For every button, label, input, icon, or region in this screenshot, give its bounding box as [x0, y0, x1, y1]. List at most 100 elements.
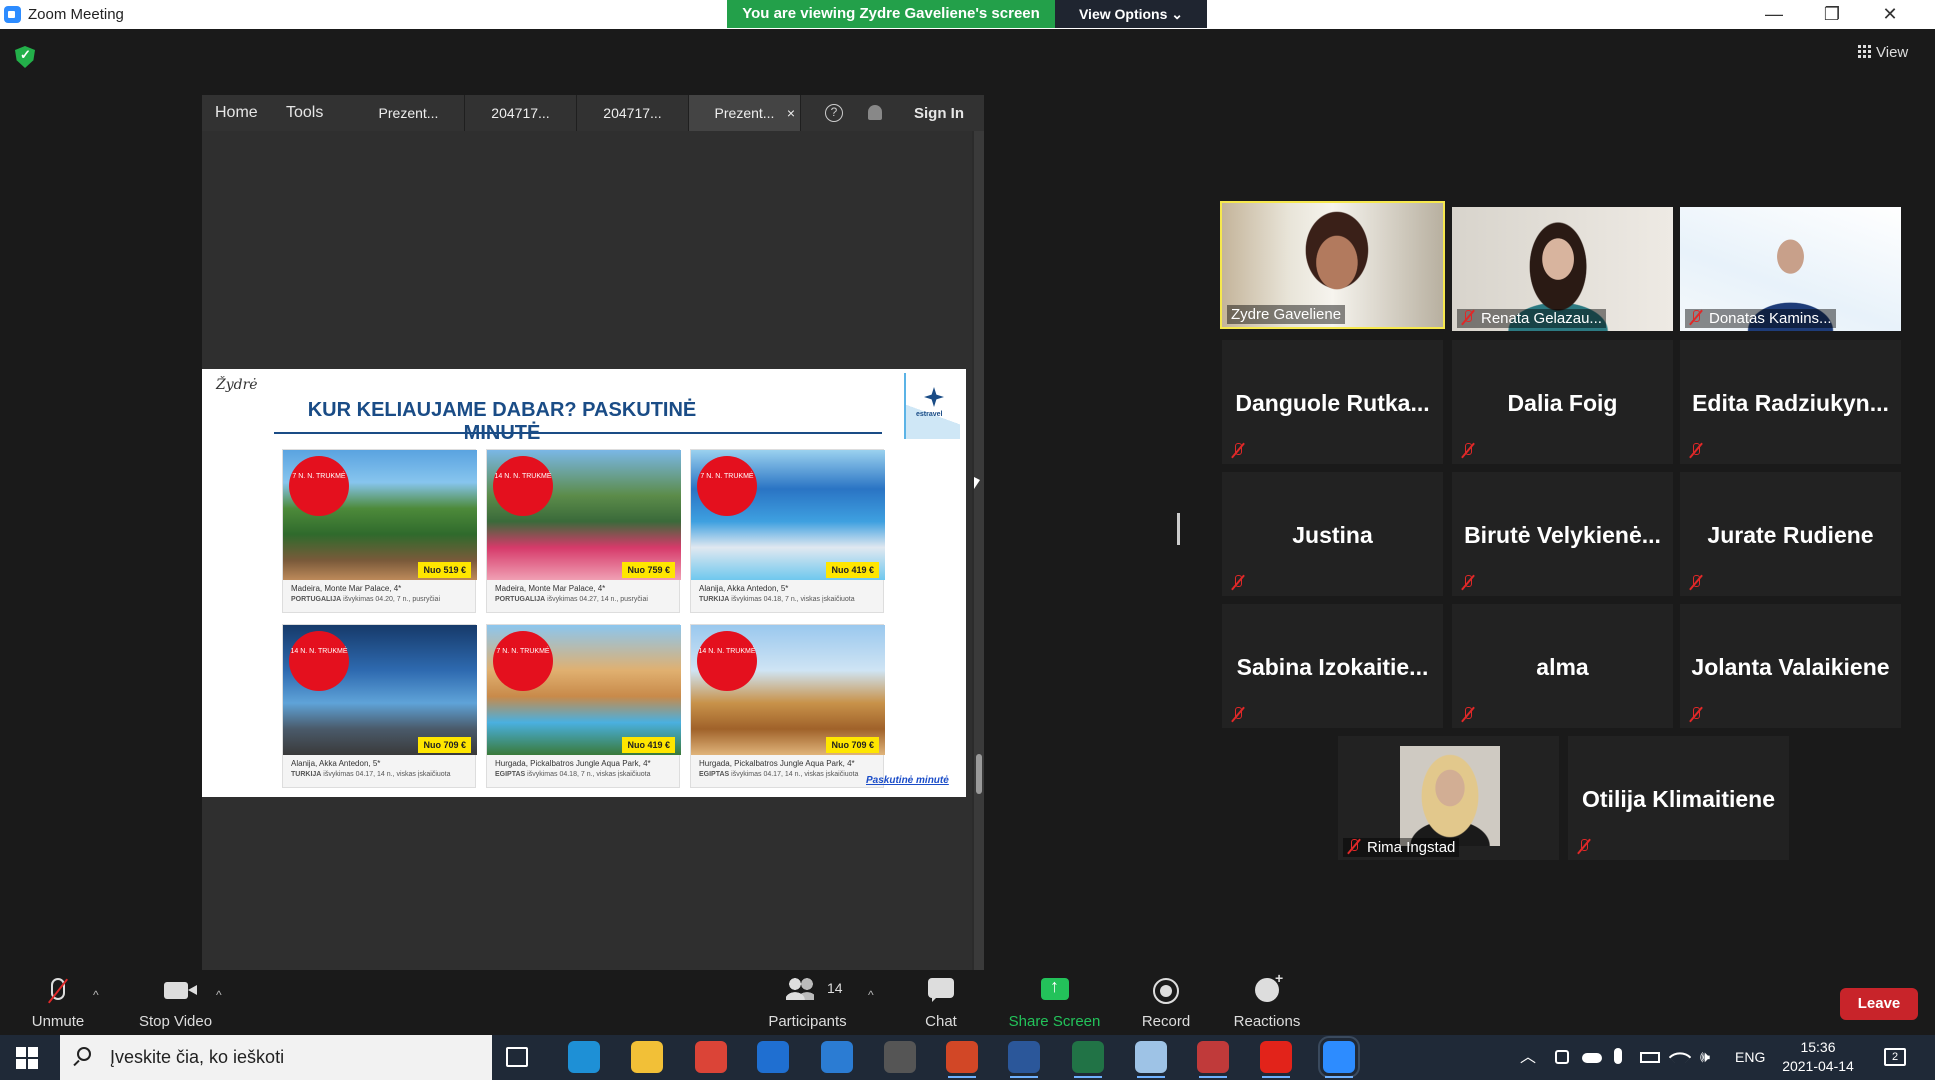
- price-tag: Nuo 419 €: [826, 562, 879, 578]
- muted-mic-icon: [1688, 706, 1704, 722]
- offer-detail-text: išvykimas 04.18, 7 n., viskas įskaičiuot…: [527, 771, 651, 778]
- title-bar: Zoom Meeting You are viewing Zydre Gavel…: [0, 0, 1935, 29]
- app-slash-icon[interactable]: [884, 1041, 916, 1073]
- participants-options-caret[interactable]: ^: [868, 988, 874, 1002]
- tab-close-icon[interactable]: ×: [787, 95, 795, 131]
- offer-detail-text: išvykimas 04.27, 14 n., pusryčiai: [547, 596, 648, 603]
- participant-tile[interactable]: Edita Radziukyn...: [1680, 340, 1901, 464]
- stop-video-button[interactable]: Stop Video: [128, 970, 223, 1035]
- chat-label: Chat: [925, 1013, 957, 1030]
- participant-name: Sabina Izokaitie...: [1236, 654, 1429, 680]
- edge-icon[interactable]: [568, 1041, 600, 1073]
- unmute-button[interactable]: Unmute: [18, 970, 98, 1035]
- view-options-button[interactable]: View Options ⌄: [1055, 0, 1207, 28]
- participants-label: Participants: [768, 1013, 847, 1030]
- document-tab[interactable]: 204717...: [465, 95, 577, 131]
- view-layout-button[interactable]: View: [1858, 40, 1916, 66]
- minimize-button[interactable]: —: [1745, 0, 1803, 29]
- zoom-icon[interactable]: [1318, 1036, 1360, 1078]
- task-view-icon[interactable]: [506, 1047, 528, 1067]
- restore-button[interactable]: ❐: [1803, 0, 1861, 29]
- participant-tile[interactable]: Otilija Klimaitiene: [1568, 736, 1789, 860]
- offer-card[interactable]: 14 N. N. TRUKMĖ Nuo 709 € Alanija, Akka An…: [282, 624, 477, 788]
- excel-icon[interactable]: [1072, 1041, 1104, 1078]
- vertical-scrollbar[interactable]: [974, 131, 984, 970]
- app-red-icon[interactable]: [1197, 1041, 1229, 1078]
- wifi-icon[interactable]: [1668, 1045, 1692, 1069]
- muted-mic-icon: [1460, 442, 1476, 458]
- powerpoint-icon[interactable]: [946, 1041, 978, 1078]
- chrome-icon[interactable]: [695, 1041, 727, 1073]
- help-icon[interactable]: ?: [825, 104, 843, 122]
- notifications-icon[interactable]: 2: [1884, 1048, 1906, 1066]
- participant-tile[interactable]: Justina: [1222, 472, 1443, 596]
- participant-tile[interactable]: Jurate Rudiene: [1680, 472, 1901, 596]
- file-explorer-icon[interactable]: [631, 1041, 663, 1073]
- reactions-label: Reactions: [1233, 1013, 1301, 1030]
- close-button[interactable]: ✕: [1861, 0, 1919, 29]
- participant-name: Otilija Klimaitiene: [1582, 786, 1775, 812]
- share-screen-icon: [1040, 976, 1069, 1000]
- participant-tile[interactable]: Danguole Rutka...: [1222, 340, 1443, 464]
- participant-tile[interactable]: Jolanta Valaikiene: [1680, 604, 1901, 728]
- offer-card[interactable]: 7 N. N. TRUKMĖ Nuo 419 € Alanija, Akka Ant…: [690, 449, 885, 613]
- participant-tile[interactable]: Renata Gelazau...: [1452, 207, 1673, 331]
- sign-in-button[interactable]: Sign In: [914, 105, 964, 122]
- participant-tile[interactable]: Zydre Gaveliene: [1220, 201, 1445, 329]
- onedrive-cloud-icon[interactable]: [1582, 1053, 1602, 1063]
- price-tag: Nuo 709 €: [826, 737, 879, 753]
- acrobat-icon[interactable]: [1260, 1041, 1292, 1078]
- last-minute-link[interactable]: Paskutinė minutė: [866, 775, 949, 786]
- offer-detail-text: išvykimas 04.17, 14 n., viskas įskaičiuo…: [731, 771, 859, 778]
- document-tab[interactable]: 204717...: [577, 95, 689, 131]
- device-icon[interactable]: [1555, 1050, 1569, 1064]
- volume-icon[interactable]: 🕪: [1700, 1035, 1710, 1080]
- badge-text: 14 N.: [290, 648, 308, 655]
- encryption-shield-icon[interactable]: [15, 46, 35, 68]
- store-icon[interactable]: [757, 1041, 789, 1073]
- battery-icon[interactable]: [1640, 1052, 1660, 1063]
- chat-button[interactable]: Chat: [910, 970, 972, 1035]
- document-tab[interactable]: Prezent...: [353, 95, 465, 131]
- participant-tile[interactable]: alma: [1452, 604, 1673, 728]
- badge-suffix: N. TRUKMĖ: [513, 473, 552, 480]
- offer-details: TURKIJA išvykimas 04.18, 7 n., viskas įs…: [699, 596, 855, 603]
- offer-card[interactable]: 14 N. N. TRUKMĖ Nuo 759 € Madeira, Monte M…: [486, 449, 681, 613]
- taskbar-clock[interactable]: 15:36 2021-04-14: [1768, 1038, 1868, 1076]
- participant-tile[interactable]: Donatas Kamins...: [1680, 207, 1901, 331]
- shared-screen: Home Tools Prezent... 204717... 204717..…: [202, 95, 984, 970]
- participant-tile[interactable]: Rima Ingstad: [1338, 736, 1559, 860]
- audio-options-caret[interactable]: ^: [93, 988, 99, 1002]
- leave-button[interactable]: Leave: [1840, 988, 1918, 1020]
- search-placeholder: Įveskite čia, ko ieškoti: [110, 1047, 285, 1067]
- language-indicator[interactable]: ENG: [1735, 1035, 1765, 1080]
- participant-tile[interactable]: Sabina Izokaitie...: [1222, 604, 1443, 728]
- show-hidden-icons-chevron-icon[interactable]: ︿: [1520, 1035, 1536, 1080]
- word-icon[interactable]: [1008, 1041, 1040, 1078]
- participant-tile[interactable]: Dalia Foig: [1452, 340, 1673, 464]
- offer-card[interactable]: 7 N. N. TRUKMĖ Nuo 519 € Madeira, Monte Ma…: [282, 449, 477, 613]
- windows-start-icon[interactable]: [16, 1047, 38, 1069]
- record-label: Record: [1141, 1013, 1191, 1030]
- tools-menu[interactable]: Tools: [286, 104, 323, 122]
- mail-icon[interactable]: [821, 1041, 853, 1073]
- video-options-caret[interactable]: ^: [216, 988, 222, 1002]
- record-button[interactable]: Record: [1130, 970, 1202, 1035]
- paint-icon[interactable]: [1135, 1041, 1167, 1078]
- taskbar-search-box[interactable]: Įveskite čia, ko ieškoti: [60, 1035, 492, 1080]
- document-tab-active[interactable]: Prezent... ×: [689, 95, 801, 131]
- share-screen-button[interactable]: Share Screen: [1002, 970, 1107, 1035]
- offer-name: Hurgada, Pickalbatros Jungle Aqua Park, …: [495, 759, 651, 768]
- scrollbar-thumb[interactable]: [976, 754, 982, 794]
- offer-card[interactable]: 7 N. N. TRUKMĖ Nuo 419 € Hurgada, Pickalba…: [486, 624, 681, 788]
- badge-text: 14 N.: [698, 648, 716, 655]
- offer-country: PORTUGALIJA: [495, 596, 546, 603]
- offer-card[interactable]: 14 N. N. TRUKMĖ Nuo 709 € Hurgada, Pickalb…: [690, 624, 885, 788]
- tab-label: 204717...: [603, 105, 662, 121]
- home-menu[interactable]: Home: [215, 104, 258, 122]
- participant-tile[interactable]: Birutė Velykienė...: [1452, 472, 1673, 596]
- bell-icon[interactable]: [868, 105, 882, 120]
- microphone-icon[interactable]: [1614, 1048, 1622, 1064]
- panel-splitter[interactable]: [1177, 513, 1180, 545]
- reactions-button[interactable]: Reactions: [1226, 970, 1308, 1035]
